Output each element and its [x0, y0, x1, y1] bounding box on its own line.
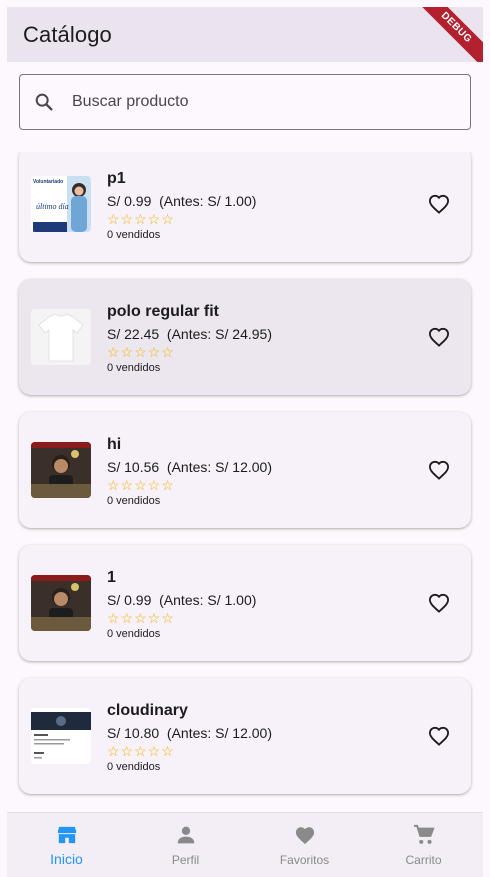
- product-card[interactable]: 1 S/ 0.99 (Antes: S/ 1.00) ☆☆☆☆☆ 0 vendi…: [19, 545, 471, 661]
- search-field[interactable]: [19, 74, 471, 130]
- sold-count: 0 vendidos: [107, 628, 161, 640]
- nav-item-favoritos[interactable]: Favoritos: [245, 813, 364, 877]
- favorite-button[interactable]: [427, 725, 451, 747]
- product-image: [31, 575, 91, 631]
- product-card[interactable]: hi S/ 10.56 (Antes: S/ 12.00) ☆☆☆☆☆ 0 ve…: [19, 412, 471, 528]
- person-icon: [174, 824, 198, 846]
- product-price: S/ 0.99 (Antes: S/ 1.00): [107, 193, 257, 209]
- thumb-text: Voluntariado: [33, 179, 63, 185]
- search-input[interactable]: [72, 93, 470, 111]
- debug-banner: DEBUG: [410, 7, 483, 62]
- rating-stars: ☆☆☆☆☆: [107, 610, 175, 626]
- app-bar: Catálogo DEBUG: [7, 7, 483, 62]
- product-name: 1: [107, 569, 116, 586]
- store-icon: [55, 824, 79, 846]
- product-image: Voluntariado último día: [31, 176, 91, 232]
- nav-label: Inicio: [50, 851, 83, 867]
- sold-count: 0 vendidos: [107, 229, 161, 241]
- product-card[interactable]: Voluntariado último día p1 S/ 0.99 (Ante…: [19, 152, 471, 262]
- favorite-button[interactable]: [427, 592, 451, 614]
- product-name: polo regular fit: [107, 303, 219, 320]
- heart-outline-icon: [428, 194, 450, 214]
- heart-icon: [293, 824, 317, 846]
- nav-label: Carrito: [405, 853, 442, 867]
- nav-label: Favoritos: [279, 853, 330, 867]
- product-name: cloudinary: [107, 702, 188, 719]
- heart-outline-icon: [428, 726, 450, 746]
- app: Catálogo DEBUG Voluntariado último día: [0, 0, 490, 877]
- bottom-navigation: Inicio Perfil Favoritos Carrito: [7, 812, 483, 877]
- heart-outline-icon: [428, 327, 450, 347]
- product-price: S/ 0.99 (Antes: S/ 1.00): [107, 592, 257, 608]
- sold-count: 0 vendidos: [107, 362, 161, 374]
- product-price: S/ 22.45 (Antes: S/ 24.95): [107, 326, 272, 342]
- favorite-button[interactable]: [427, 326, 451, 348]
- product-list[interactable]: Voluntariado último día p1 S/ 0.99 (Ante…: [7, 152, 483, 812]
- favorite-button[interactable]: [427, 459, 451, 481]
- sold-count: 0 vendidos: [107, 761, 161, 773]
- search-icon: [32, 90, 56, 114]
- heart-outline-icon: [428, 460, 450, 480]
- page-title: Catálogo: [23, 21, 112, 47]
- product-name: p1: [107, 170, 126, 187]
- rating-stars: ☆☆☆☆☆: [107, 477, 175, 493]
- nav-item-inicio[interactable]: Inicio: [7, 813, 126, 877]
- heart-outline-icon: [428, 593, 450, 613]
- product-image: [31, 442, 91, 498]
- product-card[interactable]: cloudinary S/ 10.80 (Antes: S/ 12.00) ☆☆…: [19, 678, 471, 794]
- rating-stars: ☆☆☆☆☆: [107, 743, 175, 759]
- product-image: [31, 708, 91, 764]
- nav-item-carrito[interactable]: Carrito: [364, 813, 483, 877]
- nav-label: Perfil: [171, 853, 200, 867]
- sold-count: 0 vendidos: [107, 495, 161, 507]
- favorite-button[interactable]: [427, 193, 451, 215]
- product-price: S/ 10.56 (Antes: S/ 12.00): [107, 459, 272, 475]
- rating-stars: ☆☆☆☆☆: [107, 211, 175, 227]
- product-image: [31, 309, 91, 365]
- product-price: S/ 10.80 (Antes: S/ 12.00): [107, 725, 272, 741]
- rating-stars: ☆☆☆☆☆: [107, 344, 175, 360]
- thumb-text: último día: [36, 202, 69, 211]
- nav-item-perfil[interactable]: Perfil: [126, 813, 245, 877]
- cart-icon: [412, 824, 436, 846]
- product-card[interactable]: polo regular fit S/ 22.45 (Antes: S/ 24.…: [19, 279, 471, 395]
- product-name: hi: [107, 436, 122, 453]
